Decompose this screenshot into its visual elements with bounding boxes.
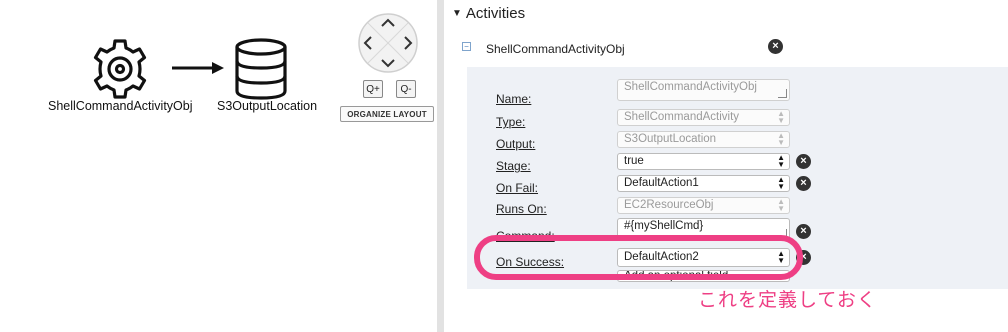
zoom-out-icon: Q-	[400, 83, 412, 95]
connection-arrow	[172, 62, 224, 74]
activities-section-header[interactable]: ▼ Activities	[452, 5, 525, 22]
select-arrows-icon: ▲ ▼	[777, 153, 785, 169]
field-label-output: Output:	[496, 137, 536, 151]
name-value: ShellCommandActivityObj	[624, 81, 757, 93]
select-arrows-icon: ▲ ▼	[777, 175, 785, 191]
select-arrows-icon: ▲ ▼	[777, 197, 785, 213]
remove-command-button[interactable]: ×	[796, 224, 811, 239]
field-label-on-fail: On Fail:	[496, 181, 539, 195]
remove-activity-button[interactable]: ×	[768, 39, 783, 54]
collapse-icon[interactable]: −	[462, 42, 471, 51]
panel-divider[interactable]	[437, 0, 444, 332]
annotation-text: これを定義しておく	[698, 289, 877, 311]
highlight-ring	[474, 235, 803, 280]
caret-down-icon: ▼	[452, 8, 462, 19]
node-label-s3[interactable]: S3OutputLocation	[217, 99, 317, 113]
type-value: ShellCommandActivity	[624, 111, 740, 123]
field-label-runs-on: Runs On:	[496, 202, 547, 216]
field-label-stage: Stage:	[496, 159, 531, 173]
field-label-type: Type:	[496, 115, 526, 129]
close-icon: ×	[772, 40, 779, 52]
runs-on-select[interactable]: EC2ResourceObj ▲ ▼	[617, 197, 790, 214]
gear-icon[interactable]	[88, 37, 152, 101]
on-fail-value: DefaultAction1	[624, 177, 699, 189]
output-select[interactable]: S3OutputLocation ▲ ▼	[617, 131, 790, 148]
pipeline-canvas[interactable]: ShellCommandActivityObj S3OutputLocation…	[0, 0, 437, 332]
close-icon: ×	[800, 177, 807, 189]
database-icon[interactable]	[234, 37, 288, 101]
node-label-activity[interactable]: ShellCommandActivityObj	[48, 99, 193, 113]
close-icon: ×	[800, 225, 807, 237]
on-fail-select[interactable]: DefaultAction1 ▲ ▼	[617, 175, 790, 192]
remove-on-fail-button[interactable]: ×	[796, 176, 811, 191]
zoom-in-button[interactable]: Q+	[363, 80, 383, 98]
close-icon: ×	[800, 155, 807, 167]
organize-layout-button[interactable]: ORGANIZE LAYOUT	[340, 106, 434, 122]
command-value: #{myShellCmd}	[624, 220, 704, 232]
type-select[interactable]: ShellCommandActivity ▲ ▼	[617, 109, 790, 126]
pan-navigation-pad[interactable]	[357, 12, 419, 74]
field-label-name: Name:	[496, 92, 532, 106]
stage-value: true	[624, 155, 644, 167]
runs-on-value: EC2ResourceObj	[624, 199, 714, 211]
activity-header-row: − ShellCommandActivityObj ×	[460, 38, 1000, 62]
zoom-out-button[interactable]: Q-	[396, 80, 416, 98]
section-title: Activities	[465, 5, 526, 22]
stage-select[interactable]: true ▲ ▼	[617, 153, 790, 170]
remove-stage-button[interactable]: ×	[796, 154, 811, 169]
zoom-in-icon: Q+	[366, 83, 380, 95]
select-arrows-icon: ▲ ▼	[777, 131, 785, 147]
output-value: S3OutputLocation	[624, 133, 717, 145]
properties-panel: ▼ Activities − ShellCommandActivityObj × …	[444, 0, 1008, 332]
name-field[interactable]: ShellCommandActivityObj	[617, 79, 790, 101]
activity-name[interactable]: ShellCommandActivityObj	[486, 42, 625, 56]
resize-grip-icon[interactable]	[778, 89, 787, 98]
select-arrows-icon: ▲ ▼	[777, 109, 785, 125]
